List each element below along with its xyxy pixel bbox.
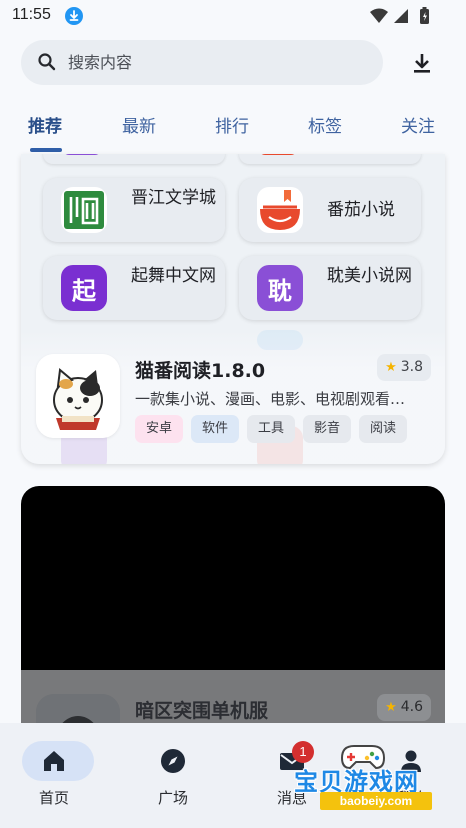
tag-chip[interactable]: 影音 — [303, 415, 351, 443]
search-input[interactable] — [68, 50, 368, 74]
ghost-tile — [257, 330, 303, 350]
search-icon — [38, 53, 56, 71]
tag-chip[interactable]: 工具 — [247, 415, 295, 443]
tile-peek-left — [43, 154, 225, 164]
source-tile-jinjiang[interactable]: 晋江文学城 — [43, 178, 225, 242]
tab-following[interactable]: 关注 — [401, 112, 435, 137]
download-notification-icon — [65, 7, 83, 25]
featured-app-row[interactable]: 猫番阅读1.8.0 ★ 3.8 一款集小说、漫画、电影、电视剧观看… 安卓 软件 … — [21, 330, 445, 464]
rating-badge: ★ 3.8 — [377, 354, 431, 381]
star-icon: ★ — [385, 700, 397, 715]
qi-logo-icon: 起 — [61, 265, 107, 311]
tab-tags[interactable]: 标签 — [308, 112, 342, 137]
status-time: 11:55 — [12, 6, 51, 23]
active-tab-indicator — [30, 148, 62, 152]
status-icons — [370, 7, 429, 24]
tab-recommended[interactable]: 推荐 — [28, 112, 62, 137]
nav-plaza[interactable]: 广场 — [123, 723, 223, 807]
home-icon — [44, 751, 64, 771]
status-bar: 11:55 — [0, 0, 466, 32]
category-tabs: 推荐 最新 排行 标签 关注 — [0, 108, 466, 154]
featured-app-description: 一款集小说、漫画、电影、电视剧观看… — [135, 390, 406, 408]
maofan-app-icon — [36, 354, 120, 438]
tab-ranking[interactable]: 排行 — [215, 112, 249, 137]
signal-icon — [394, 9, 408, 23]
wifi-icon — [370, 8, 388, 23]
rating-value: 4.6 — [400, 699, 423, 715]
dan-logo-icon: 耽 — [257, 265, 303, 311]
source-label: 耽美小说网 — [327, 266, 412, 286]
second-app-name: 暗区突围单机服 — [135, 700, 269, 722]
download-icon[interactable] — [405, 46, 439, 80]
jinjiang-logo-icon — [61, 187, 107, 233]
source-grid-card: 晋江文学城 番茄小说 起 起舞中文网 耽 耽美小说网 猫番阅读1.8.0 ★ 3… — [21, 154, 445, 464]
source-tile-qiwu[interactable]: 起 起舞中文网 — [43, 256, 225, 320]
search-bar[interactable] — [21, 40, 383, 85]
tile-peek-right — [239, 154, 421, 164]
source-label: 晋江文学城 — [131, 188, 216, 208]
nav-label: 广场 — [157, 789, 188, 807]
tag-chip[interactable]: 软件 — [191, 415, 239, 443]
rating-value: 3.8 — [400, 359, 423, 375]
source-tile-danmei[interactable]: 耽 耽美小说网 — [239, 256, 421, 320]
tab-latest[interactable]: 最新 — [122, 112, 156, 137]
source-label: 起舞中文网 — [131, 266, 216, 286]
rating-badge: ★ 4.6 — [377, 694, 431, 721]
site-watermark: 宝贝游戏网 baobeiy.com — [288, 738, 466, 828]
tag-chip[interactable]: 阅读 — [359, 415, 407, 443]
star-icon: ★ — [385, 360, 397, 375]
watermark-url: baobeiy.com — [320, 792, 432, 810]
source-tile-tomato[interactable]: 番茄小说 — [239, 178, 421, 242]
tag-chip[interactable]: 安卓 — [135, 415, 183, 443]
nav-home[interactable]: 首页 — [4, 723, 104, 807]
source-label: 番茄小说 — [327, 200, 395, 220]
featured-app-name: 猫番阅读1.8.0 — [135, 360, 266, 382]
compass-icon — [161, 749, 185, 773]
tomato-logo-icon — [257, 187, 303, 233]
nav-label: 首页 — [38, 789, 69, 807]
